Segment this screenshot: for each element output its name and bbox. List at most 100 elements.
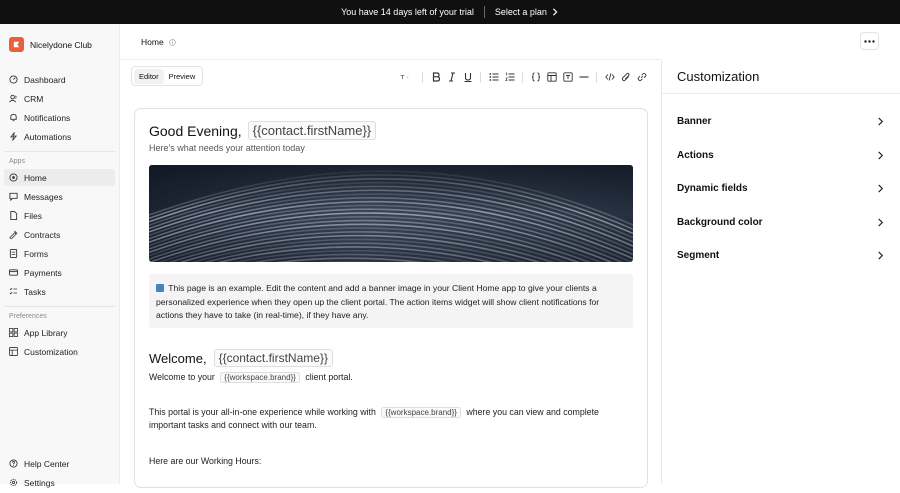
portal-paragraph[interactable]: This portal is your all-in-one experienc… xyxy=(149,406,635,419)
gear-icon xyxy=(9,478,18,487)
library-icon xyxy=(9,328,18,337)
sidebar-item-payments[interactable]: Payments xyxy=(4,264,115,281)
editor-toolbar: Editor Preview xyxy=(121,60,661,94)
sidebar-item-dashboard[interactable]: Dashboard xyxy=(4,71,115,88)
sidebar-item-files[interactable]: Files xyxy=(4,207,115,224)
workspace-name: Nicelydone Club xyxy=(30,39,92,50)
welcome-text: Welcome, xyxy=(149,350,207,366)
sidebar-item-label: CRM xyxy=(24,93,44,104)
portal-paragraph-line2[interactable]: important tasks and connect with our tea… xyxy=(149,419,317,432)
sidebar-item-automations[interactable]: Automations xyxy=(4,128,115,145)
payment-icon xyxy=(9,269,18,276)
sidebar-item-home[interactable]: Home xyxy=(4,169,115,186)
accordion-actions[interactable]: Actions xyxy=(662,139,900,173)
table-button[interactable] xyxy=(546,72,557,83)
sidebar-top-nav: Dashboard CRM Notifications Automations xyxy=(0,71,119,145)
brand-logo-icon xyxy=(9,37,24,52)
firstname-variable[interactable]: {{contact.firstName}} xyxy=(247,121,377,140)
firstname-variable[interactable]: {{contact.firstName}} xyxy=(213,349,333,367)
accordion-background-color[interactable]: Background color xyxy=(662,206,900,240)
sidebar-item-contracts[interactable]: Contracts xyxy=(4,226,115,243)
customization-list: Banner Actions Dynamic fields Background… xyxy=(662,94,900,273)
sidebar-item-app-library[interactable]: App Library xyxy=(4,324,115,341)
callout-icon xyxy=(562,72,573,82)
sidebar-item-label: Automations xyxy=(24,131,72,142)
greeting-heading[interactable]: Good Evening, {{contact.firstName}} xyxy=(149,121,377,140)
sidebar-item-forms[interactable]: Forms xyxy=(4,245,115,262)
sidebar-item-help-center[interactable]: Help Center xyxy=(4,455,116,472)
horizontal-rule-icon xyxy=(579,76,588,78)
workspace-brand[interactable]: Nicelydone Club xyxy=(0,24,119,65)
tab-editor[interactable]: Editor xyxy=(134,68,164,84)
code-button[interactable] xyxy=(604,72,615,83)
accordion-segment[interactable]: Segment xyxy=(662,239,900,273)
link-icon xyxy=(637,73,646,81)
tasks-icon xyxy=(9,287,18,295)
accordion-label: Segment xyxy=(677,250,720,262)
content-card[interactable]: Good Evening, {{contact.firstName}} Here… xyxy=(134,108,648,488)
italic-icon xyxy=(448,72,455,82)
select-plan-link[interactable]: Select a plan xyxy=(495,7,559,17)
accordion-label: Banner xyxy=(677,116,712,128)
editor-canvas: Good Evening, {{contact.firstName}} Here… xyxy=(121,94,661,488)
accordion-label: Background color xyxy=(677,216,763,228)
tab-preview[interactable]: Preview xyxy=(164,69,201,84)
sidebar-item-label: Tasks xyxy=(24,286,46,297)
chevron-right-icon xyxy=(878,184,884,193)
sidebar-bottom-nav: Help Center Settings xyxy=(0,455,120,493)
welcome-heading[interactable]: Welcome, {{contact.firstName}} xyxy=(149,349,333,367)
info-emoji-icon xyxy=(156,284,164,292)
working-hours-line[interactable]: Here are our Working Hours: xyxy=(149,455,261,468)
divider xyxy=(483,6,485,18)
welcome-line-text: Welcome to your xyxy=(149,372,215,382)
sidebar-item-settings[interactable]: Settings xyxy=(4,474,116,491)
sidebar-item-notifications[interactable]: Notifications xyxy=(4,109,115,126)
bold-button[interactable] xyxy=(430,72,441,83)
sidebar-item-label: Files xyxy=(24,210,42,221)
bullet-list-button[interactable] xyxy=(488,72,499,83)
greeting-subtitle[interactable]: Here's what needs your attention today xyxy=(149,143,305,153)
sidebar-item-label: Dashboard xyxy=(24,74,66,85)
form-icon xyxy=(9,249,18,258)
italic-button[interactable] xyxy=(446,72,457,83)
section-label-apps: Apps xyxy=(9,158,25,165)
workspace-brand-variable[interactable]: {{workspace.brand}} xyxy=(381,407,461,418)
attachment-button[interactable] xyxy=(620,72,631,83)
chevron-right-icon xyxy=(878,218,884,227)
sidebar-item-customization[interactable]: Customization xyxy=(4,343,115,360)
welcome-line[interactable]: Welcome to your {{workspace.brand}} clie… xyxy=(149,371,353,384)
banner-image[interactable] xyxy=(149,165,633,262)
more-options-button[interactable] xyxy=(860,32,879,50)
numbered-list-icon xyxy=(504,72,514,81)
paperclip-icon xyxy=(621,72,630,82)
info-callout[interactable]: This page is an example. Edit the conten… xyxy=(149,274,633,328)
link-button[interactable] xyxy=(636,72,647,83)
sidebar-item-tasks[interactable]: Tasks xyxy=(4,283,115,300)
accordion-label: Dynamic fields xyxy=(677,183,748,195)
customization-panel: Customization Banner Actions Dynamic fie… xyxy=(661,60,900,484)
text-style-dropdown[interactable] xyxy=(395,72,415,83)
sidebar-item-messages[interactable]: Messages xyxy=(4,188,115,205)
breadcrumb: Home xyxy=(141,36,164,47)
info-button[interactable] xyxy=(168,33,176,51)
variable-button[interactable] xyxy=(530,72,541,83)
sidebar-item-label: App Library xyxy=(24,327,68,338)
help-icon xyxy=(9,459,18,468)
text-style-icon xyxy=(400,74,409,80)
users-icon xyxy=(9,94,17,103)
home-icon xyxy=(9,173,18,182)
underline-button[interactable] xyxy=(462,72,473,83)
accordion-dynamic-fields[interactable]: Dynamic fields xyxy=(662,172,900,206)
greeting-text: Good Evening, xyxy=(149,122,242,139)
sidebar-item-crm[interactable]: CRM xyxy=(4,90,115,107)
numbered-list-button[interactable] xyxy=(504,72,515,83)
accordion-banner[interactable]: Banner xyxy=(662,105,900,139)
sidebar-item-label: Notifications xyxy=(24,112,71,123)
select-plan-label: Select a plan xyxy=(494,7,547,17)
workspace-brand-variable[interactable]: {{workspace.brand}} xyxy=(220,372,300,383)
callout-button[interactable] xyxy=(562,72,573,83)
divider-button[interactable] xyxy=(578,72,589,83)
trial-message: You have 14 days left of your trial xyxy=(341,7,474,17)
banner-architecture-image xyxy=(149,165,633,262)
divider xyxy=(422,71,423,83)
